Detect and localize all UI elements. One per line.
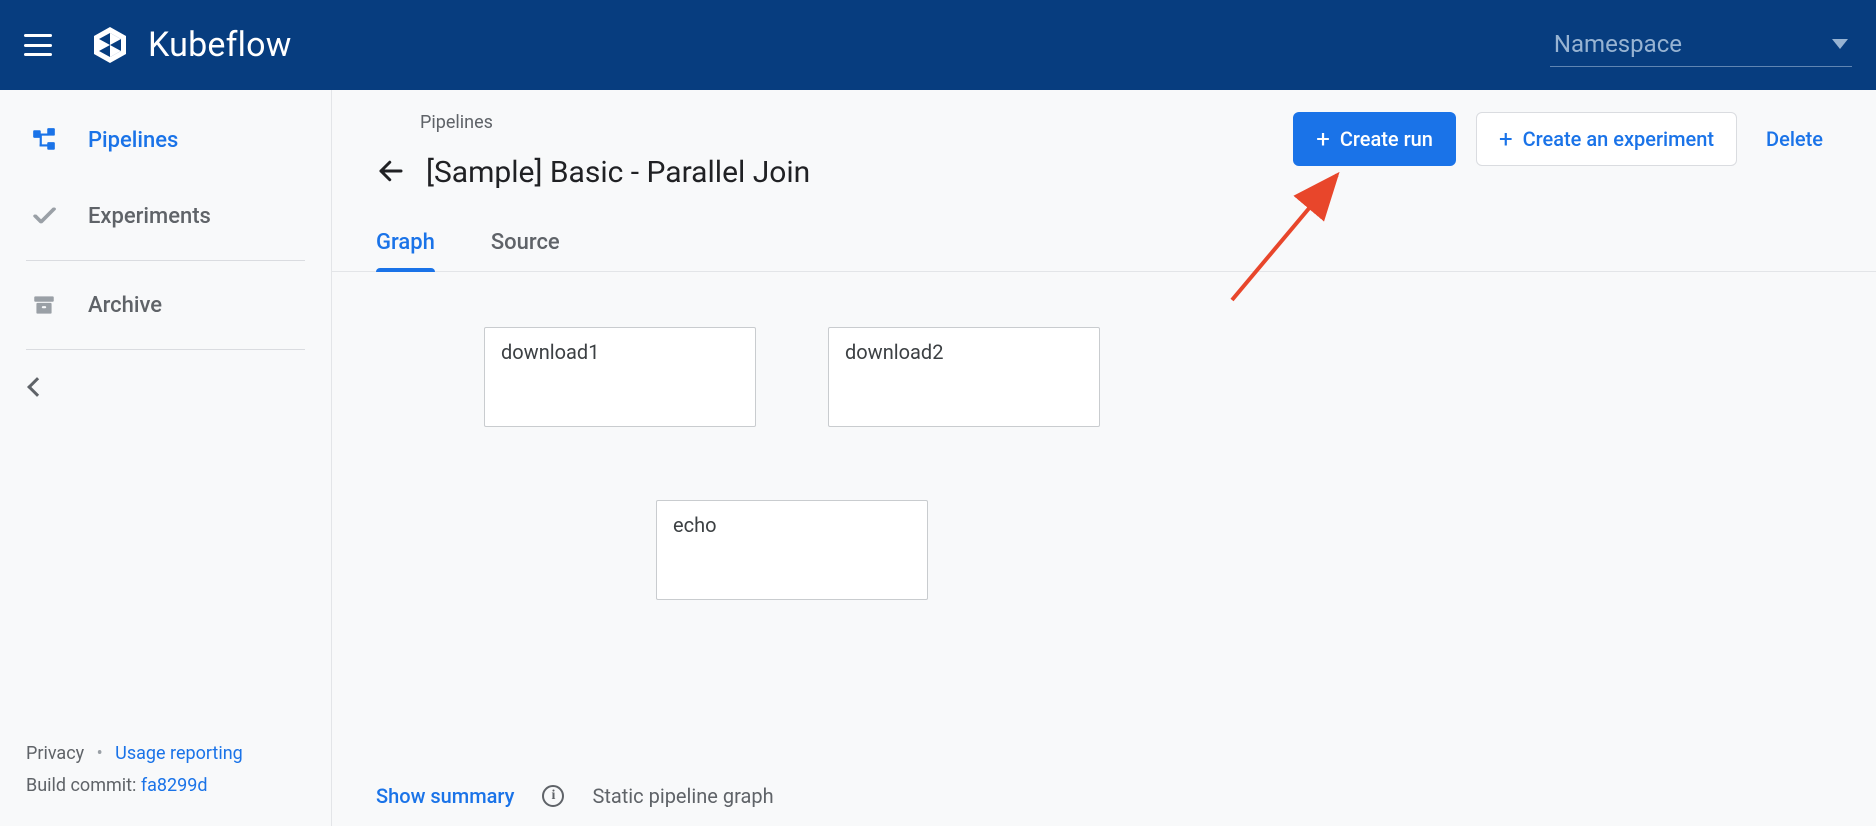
graph-canvas[interactable]: download1 download2 echo xyxy=(332,272,1876,766)
archive-icon xyxy=(30,291,58,319)
build-commit-link[interactable]: fa8299d xyxy=(141,775,208,796)
static-graph-note: Static pipeline graph xyxy=(592,784,773,808)
info-icon: i xyxy=(542,785,564,807)
button-label: Create run xyxy=(1340,127,1433,151)
sidebar-item-pipelines[interactable]: Pipelines xyxy=(0,102,331,178)
sidebar-item-experiments[interactable]: Experiments xyxy=(0,178,331,254)
sidebar-divider xyxy=(26,260,305,261)
menu-icon[interactable] xyxy=(24,34,52,56)
back-button[interactable] xyxy=(376,156,406,190)
tab-bar: Graph Source xyxy=(332,190,1876,272)
build-commit-label: Build commit: xyxy=(26,775,141,796)
page-header: Pipelines [Sample] Basic - Parallel Join… xyxy=(332,90,1876,190)
sidebar-divider xyxy=(26,349,305,350)
sidebar-collapse-button[interactable] xyxy=(0,356,331,418)
plus-icon: + xyxy=(1316,129,1330,149)
namespace-label: Namespace xyxy=(1554,30,1682,58)
app-bar: Kubeflow Namespace xyxy=(0,0,1876,90)
graph-node-download2[interactable]: download2 xyxy=(828,327,1100,427)
sidebar-item-label: Pipelines xyxy=(88,128,178,153)
sidebar-item-archive[interactable]: Archive xyxy=(0,267,331,343)
separator-dot: • xyxy=(89,743,111,764)
button-label: Delete xyxy=(1766,127,1823,151)
graph-node-echo[interactable]: echo xyxy=(656,500,928,600)
plus-icon: + xyxy=(1499,129,1513,149)
dropdown-icon xyxy=(1832,39,1848,49)
tab-source[interactable]: Source xyxy=(491,230,560,271)
privacy-link[interactable]: Privacy xyxy=(26,743,84,764)
chevron-left-icon xyxy=(27,377,47,397)
create-run-button[interactable]: + Create run xyxy=(1293,112,1456,166)
page-actions: + Create run + Create an experiment Dele… xyxy=(1293,112,1832,166)
graph-node-download1[interactable]: download1 xyxy=(484,327,756,427)
usage-reporting-link[interactable]: Usage reporting xyxy=(115,743,243,764)
sidebar-footer: Privacy • Usage reporting Build commit: … xyxy=(0,738,331,826)
app-logo[interactable]: Kubeflow xyxy=(90,25,291,65)
kubeflow-logo-icon xyxy=(90,25,130,65)
app-name: Kubeflow xyxy=(148,25,291,65)
canvas-footer: Show summary i Static pipeline graph xyxy=(332,766,1876,826)
create-experiment-button[interactable]: + Create an experiment xyxy=(1476,112,1737,166)
main-content: Pipelines [Sample] Basic - Parallel Join… xyxy=(332,90,1876,826)
pipelines-icon xyxy=(30,126,58,154)
sidebar-item-label: Archive xyxy=(88,293,162,318)
page-title: [Sample] Basic - Parallel Join xyxy=(426,155,810,190)
experiments-icon xyxy=(30,202,58,230)
show-summary-button[interactable]: Show summary xyxy=(376,784,514,808)
delete-button[interactable]: Delete xyxy=(1757,112,1832,166)
breadcrumb[interactable]: Pipelines xyxy=(420,112,810,133)
namespace-select[interactable]: Namespace xyxy=(1550,24,1852,67)
button-label: Create an experiment xyxy=(1523,127,1714,151)
sidebar: Pipelines Experiments Archive Privacy • … xyxy=(0,90,332,826)
sidebar-item-label: Experiments xyxy=(88,204,211,229)
tab-graph[interactable]: Graph xyxy=(376,230,435,271)
